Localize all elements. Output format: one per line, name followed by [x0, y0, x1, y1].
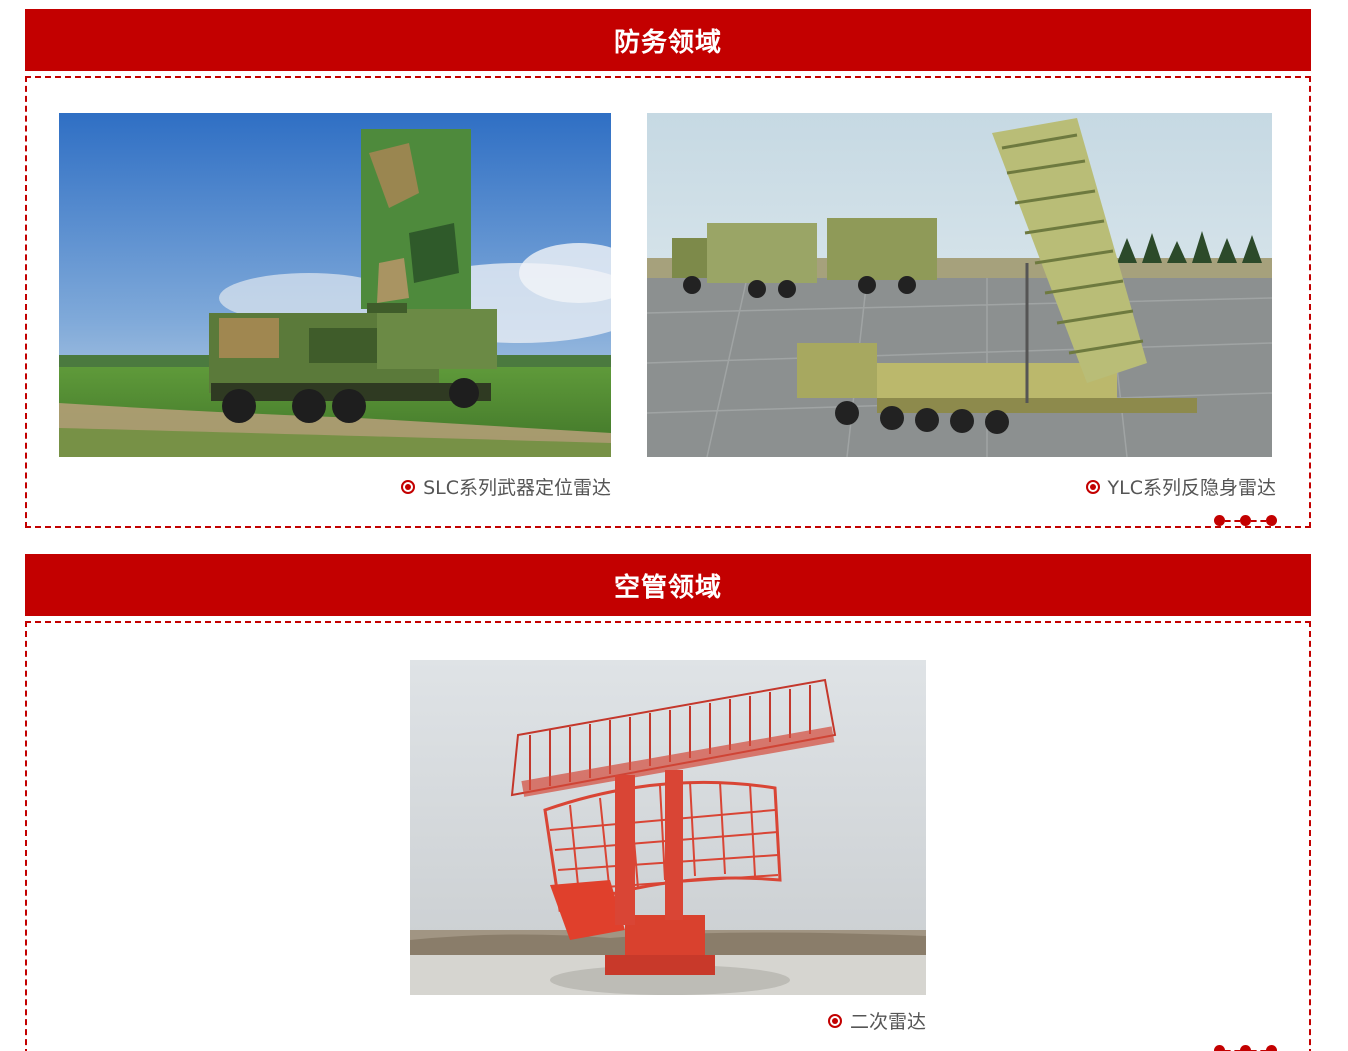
secondary-radar-caption[interactable]: 二次雷达: [827, 1007, 926, 1034]
caption-text: YLC系列反隐身雷达: [1107, 477, 1276, 499]
section-header-atc: 空管领域: [25, 554, 1311, 616]
slc-radar-photo[interactable]: [59, 113, 611, 457]
radar-products-page: 防务领域 SLC系列武器定位雷达 YLC系列反隐身雷达 空管领域 二次雷达: [0, 0, 1348, 1051]
section-title: 空管领域: [613, 572, 722, 603]
radio-bullet-icon: [1085, 479, 1100, 494]
slc-radar-caption[interactable]: SLC系列武器定位雷达: [401, 473, 611, 500]
ylc-radar-caption[interactable]: YLC系列反隐身雷达: [1085, 473, 1276, 500]
caption-text: 二次雷达: [849, 1011, 926, 1033]
secondary-radar-photo[interactable]: [410, 660, 926, 995]
radio-bullet-icon: [827, 1013, 842, 1028]
three-dots-icon: [1212, 1045, 1279, 1051]
three-dots-icon: [1212, 515, 1279, 526]
ylc-radar-photo[interactable]: [647, 113, 1272, 457]
section-header-defense: 防务领域: [25, 9, 1311, 71]
section-title: 防务领域: [613, 27, 722, 58]
radio-bullet-icon: [401, 479, 416, 494]
caption-text: SLC系列武器定位雷达: [423, 477, 611, 499]
